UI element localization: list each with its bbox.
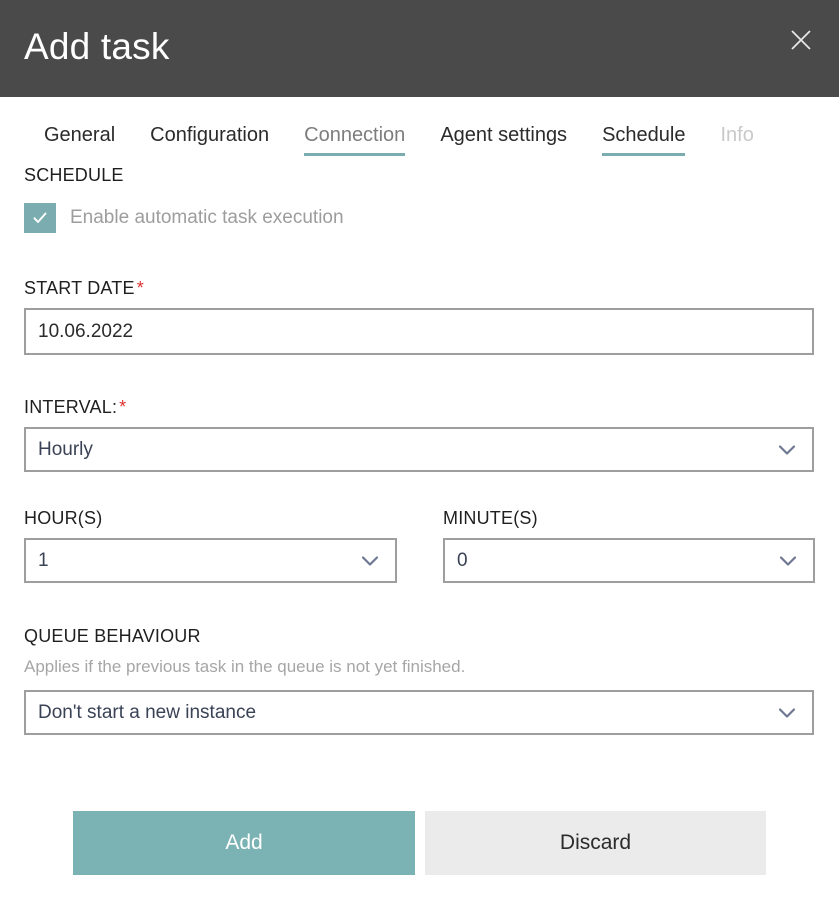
chevron-down-icon[interactable] — [778, 444, 796, 456]
tab-info: Info — [720, 124, 754, 146]
schedule-form: SCHEDULE Enable automatic task execution… — [0, 165, 839, 735]
queue-behaviour-label: QUEUE BEHAVIOUR — [24, 626, 201, 646]
queue-behaviour-select[interactable]: Don't start a new instance — [24, 690, 814, 735]
enable-automatic-execution-checkbox[interactable] — [24, 203, 56, 233]
hours-column: HOUR(S) 1 — [24, 508, 397, 583]
minutes-value: 0 — [457, 549, 468, 571]
interval-required-marker: * — [119, 397, 127, 417]
chevron-down-icon[interactable] — [778, 707, 796, 719]
close-button[interactable] — [781, 20, 821, 60]
enable-automatic-execution-label: Enable automatic task execution — [70, 207, 344, 228]
hours-label: HOUR(S) — [24, 508, 103, 528]
dialog-title: Add task — [24, 26, 170, 67]
hours-value: 1 — [38, 549, 49, 571]
start-date-required-marker: * — [136, 278, 144, 298]
tab-schedule[interactable]: Schedule — [602, 97, 686, 159]
schedule-section-label: SCHEDULE — [24, 165, 124, 185]
tab-bar: General Configuration Connection Agent s… — [0, 97, 839, 165]
interval-label-text: INTERVAL: — [24, 397, 118, 417]
tab-configuration[interactable]: Configuration — [150, 97, 269, 159]
hours-select[interactable]: 1 — [24, 538, 397, 583]
start-date-label: START DATE * — [24, 278, 814, 299]
interval-value: Hourly — [38, 438, 93, 460]
chevron-down-icon[interactable] — [779, 555, 797, 567]
start-date-label-text: START DATE — [24, 278, 135, 298]
check-icon — [31, 209, 49, 227]
queue-behaviour-value: Don't start a new instance — [38, 701, 257, 723]
add-button[interactable]: Add — [73, 811, 415, 875]
minutes-select[interactable]: 0 — [443, 538, 815, 583]
interval-label: INTERVAL: * — [24, 397, 814, 418]
discard-button[interactable]: Discard — [425, 811, 766, 875]
chevron-down-icon[interactable] — [361, 555, 379, 567]
start-date-value: 10.06.2022 — [38, 320, 134, 342]
close-icon — [790, 29, 812, 51]
minutes-column: MINUTE(S) 0 — [443, 508, 815, 583]
tab-connection[interactable]: Connection — [304, 97, 406, 159]
tab-agent-settings[interactable]: Agent settings — [440, 97, 567, 159]
dialog-header: Add task — [0, 0, 839, 97]
queue-behaviour-helper: Applies if the previous task in the queu… — [24, 657, 466, 676]
dialog-action-bar: Add Discard — [0, 811, 839, 875]
enable-automatic-execution-row[interactable]: Enable automatic task execution — [24, 203, 814, 233]
interval-select[interactable]: Hourly — [24, 427, 814, 472]
hours-minutes-row: HOUR(S) 1 MINUTE(S) 0 — [24, 508, 815, 583]
start-date-input[interactable]: 10.06.2022 — [24, 308, 814, 355]
tab-general[interactable]: General — [44, 97, 115, 159]
minutes-label: MINUTE(S) — [443, 508, 538, 528]
